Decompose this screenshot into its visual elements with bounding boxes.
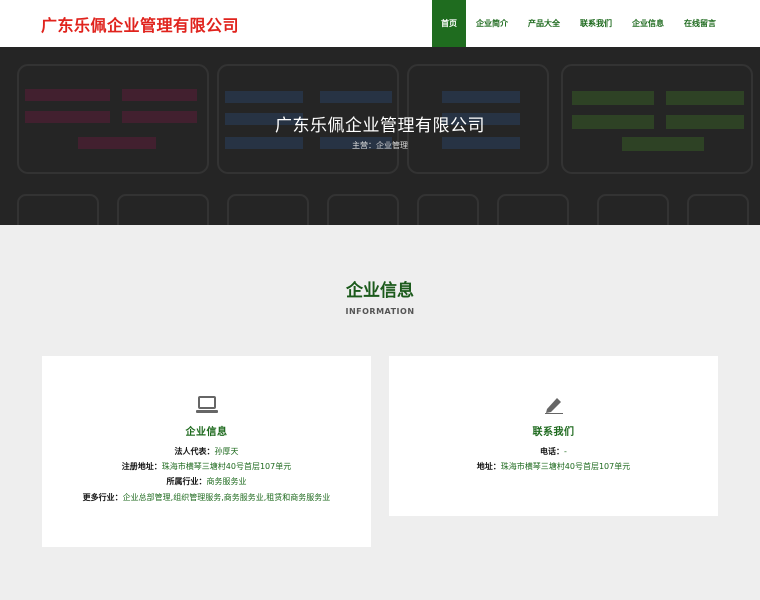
nav-item-company-info[interactable]: 企业信息 bbox=[622, 0, 674, 47]
info-value: 孙厚天 bbox=[214, 447, 239, 456]
info-label: 更多行业： bbox=[82, 493, 123, 502]
info-label: 法人代表： bbox=[174, 447, 215, 456]
info-row-more-industries: 更多行业：企业总部管理,组织管理服务,商务服务业,租赁和商务服务业 bbox=[42, 492, 371, 503]
banner-overlay bbox=[0, 47, 760, 225]
contact-row-address: 地址：珠海市横琴三塘村40号首层107单元 bbox=[389, 461, 718, 472]
contact-card: 联系我们 电话：- 地址：珠海市横琴三塘村40号首层107单元 bbox=[389, 356, 718, 516]
info-value: - bbox=[564, 447, 567, 456]
contact-row-phone: 电话：- bbox=[389, 446, 718, 457]
site-logo[interactable]: 广东乐佩企业管理有限公司 bbox=[41, 12, 239, 36]
info-label: 电话： bbox=[540, 447, 565, 456]
company-card-title: 企业信息 bbox=[185, 427, 228, 438]
banner-title: 广东乐佩企业管理有限公司 bbox=[275, 116, 485, 136]
info-row-address: 注册地址：珠海市横琴三塘村40号首层107单元 bbox=[42, 461, 371, 472]
nav-item-message[interactable]: 在线留言 bbox=[674, 0, 726, 47]
info-row-industry: 所属行业：商务服务业 bbox=[42, 476, 371, 487]
section-title: 企业信息 bbox=[346, 281, 414, 301]
info-row-legal-rep: 法人代表：孙厚天 bbox=[42, 446, 371, 457]
laptop-icon bbox=[195, 396, 218, 413]
main-nav: 首页 企业简介 产品大全 联系我们 企业信息 在线留言 bbox=[432, 0, 726, 47]
info-label: 所属行业： bbox=[166, 477, 207, 486]
info-value: 珠海市横琴三塘村40号首层107单元 bbox=[161, 462, 292, 471]
site-header: 广东乐佩企业管理有限公司 首页 企业简介 产品大全 联系我们 企业信息 在线留言 bbox=[0, 0, 760, 47]
nav-item-products[interactable]: 产品大全 bbox=[518, 0, 570, 47]
nav-item-contact[interactable]: 联系我们 bbox=[570, 0, 622, 47]
info-value: 珠海市横琴三塘村40号首层107单元 bbox=[500, 462, 631, 471]
nav-item-home[interactable]: 首页 bbox=[432, 0, 466, 47]
pencil-icon bbox=[544, 398, 563, 414]
info-label: 注册地址： bbox=[121, 462, 162, 471]
nav-item-about[interactable]: 企业简介 bbox=[466, 0, 518, 47]
hero-banner: 广东乐佩企业管理有限公司 主营：企业管理 bbox=[0, 47, 760, 225]
section-subtitle: INFORMATION bbox=[345, 307, 415, 316]
info-value: 商务服务业 bbox=[206, 477, 247, 486]
contact-card-title: 联系我们 bbox=[532, 427, 575, 438]
info-value: 企业总部管理,组织管理服务,商务服务业,租赁和商务服务业 bbox=[122, 493, 331, 502]
company-info-card: 企业信息 法人代表：孙厚天 注册地址：珠海市横琴三塘村40号首层107单元 所属… bbox=[42, 356, 371, 547]
banner-subtitle: 主营：企业管理 bbox=[352, 141, 408, 150]
info-label: 地址： bbox=[476, 462, 501, 471]
